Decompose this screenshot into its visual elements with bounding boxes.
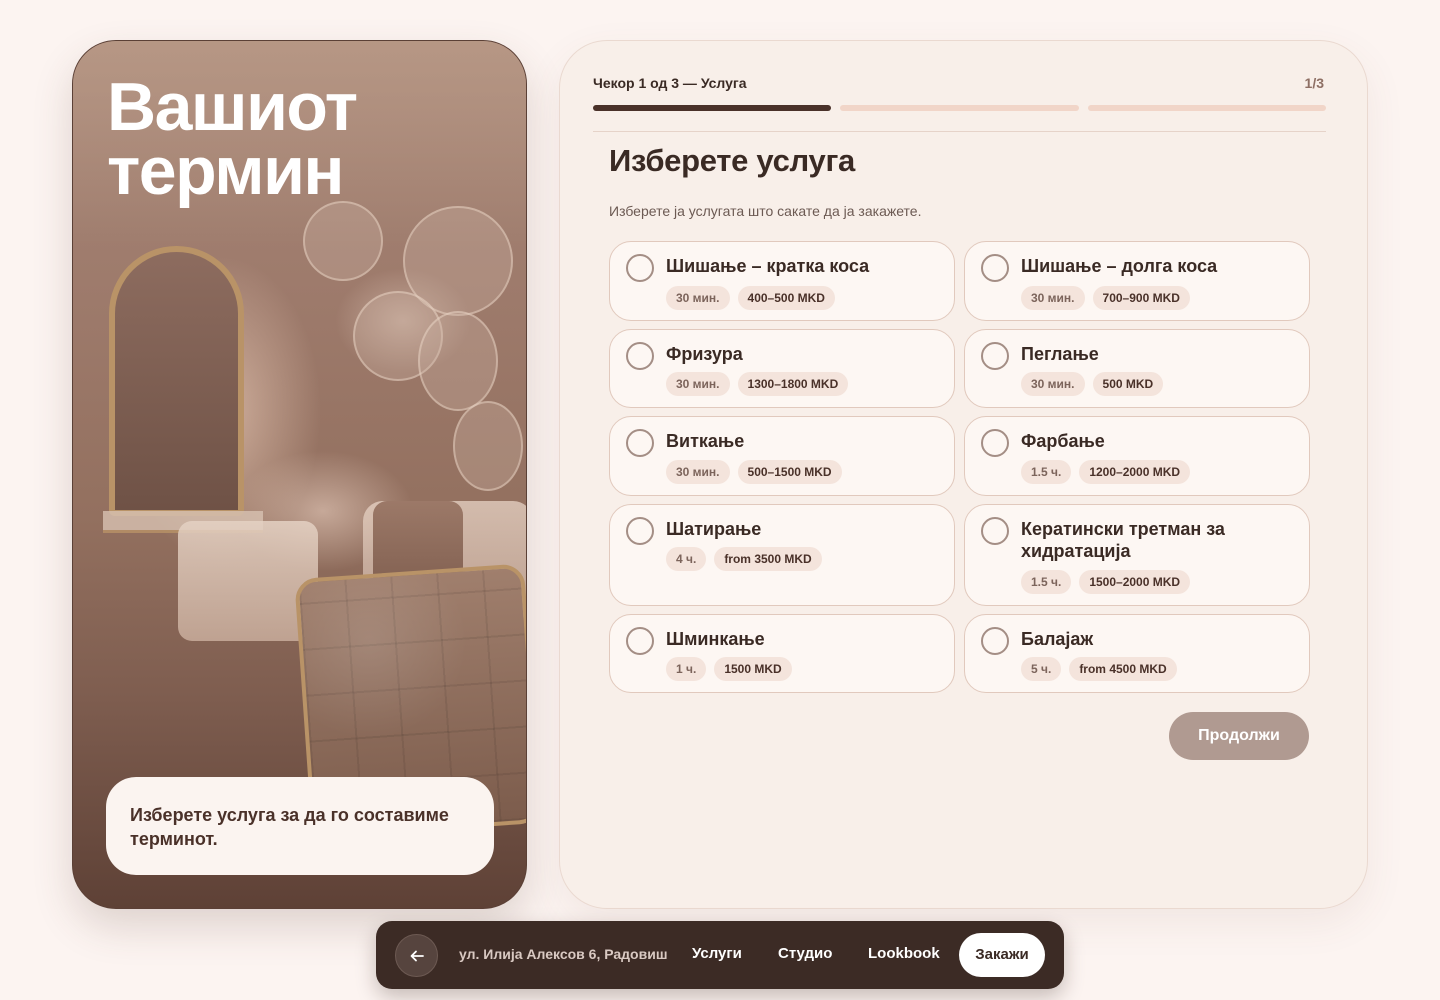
nav-link-studio[interactable]: Студио [778,945,832,962]
duration-badge: 4 ч. [666,547,707,571]
service-option[interactable]: Шатирање 4 ч. from 3500 MKD [609,504,955,606]
hero-photo-mirror [109,246,244,516]
radio-icon[interactable] [981,627,1009,655]
step-label: Чекор 1 од 3 — Услуга [593,75,747,91]
radio-icon[interactable] [626,429,654,457]
progress-segment [593,105,832,111]
price-badge: 1500–2000 MKD [1079,570,1191,594]
service-option[interactable]: Шминкање 1 ч. 1500 MKD [609,614,955,693]
price-badge: 1200–2000 MKD [1079,460,1191,484]
book-button[interactable]: Закажи [959,933,1045,977]
hero-card: Вашиот термин Изберете услуга за да го с… [72,40,527,909]
radio-icon[interactable] [626,517,654,545]
progress-segment [840,105,1079,111]
service-option[interactable]: Виткање 30 мин. 500–1500 MKD [609,416,955,496]
hero-note: Изберете услуга за да го составиме терми… [106,777,494,875]
hero-title-line: Вашиот [107,69,358,145]
service-option[interactable]: Шишање – кратка коса 30 мин. 400–500 MKD [609,241,955,321]
price-badge: 400–500 MKD [737,286,835,310]
duration-badge: 30 мин. [666,460,730,484]
duration-badge: 1.5 ч. [1021,460,1072,484]
service-meta: 1.5 ч. 1200–2000 MKD [1021,460,1191,484]
duration-badge: 30 мин. [1021,286,1085,310]
price-badge: 700–900 MKD [1092,286,1190,310]
service-option[interactable]: Фарбање 1.5 ч. 1200–2000 MKD [964,416,1310,496]
page-title: Изберете услуга [609,143,855,178]
service-name: Кератински третман за хидратација [1021,519,1225,561]
service-option[interactable]: Кератински третман за хидратација 1.5 ч.… [964,504,1310,606]
radio-icon[interactable] [981,429,1009,457]
service-name: Фарбање [1021,431,1105,451]
service-name: Шатирање [666,519,762,539]
service-meta: 30 мин. 700–900 MKD [1021,286,1190,310]
duration-badge: 5 ч. [1021,657,1062,681]
service-name: Пеглање [1021,344,1099,364]
service-option[interactable]: Пеглање 30 мин. 500 MKD [964,329,1310,408]
service-meta: 30 мин. 500–1500 MKD [666,460,842,484]
service-name: Шминкање [666,629,765,649]
hero-photo-decor [418,311,498,411]
duration-badge: 1 ч. [666,657,707,681]
radio-icon[interactable] [981,517,1009,545]
address-text: ул. Илија Алексов 6, Радовиш [459,946,668,962]
nav-link-lookbook[interactable]: Lookbook [868,945,940,962]
price-badge: 1500 MKD [714,657,792,681]
duration-badge: 30 мин. [1021,372,1085,396]
service-name: Балајаж [1021,629,1094,649]
radio-icon[interactable] [626,342,654,370]
hero-title: Вашиот термин [107,69,358,209]
bottom-nav: ул. Илија Алексов 6, Радовиш Услуги Студ… [376,921,1064,989]
service-name: Шишање – кратка коса [666,256,870,276]
step-count: 1/3 [1304,75,1324,91]
duration-badge: 30 мин. [666,372,730,396]
price-badge: 500–1500 MKD [737,460,842,484]
booking-panel: Чекор 1 од 3 — Услуга 1/3 Изберете услуг… [559,40,1368,909]
service-meta: 30 мин. 400–500 MKD [666,286,835,310]
price-badge: from 3500 MKD [714,547,822,571]
hero-photo-decor [303,201,383,281]
duration-badge: 30 мин. [666,286,730,310]
hero-title-line: термин [107,133,344,209]
nav-link-services[interactable]: Услуги [692,945,742,962]
progress-segment [1087,105,1326,111]
step-progress [593,105,1326,111]
radio-icon[interactable] [626,627,654,655]
service-option[interactable]: Шишање – долга коса 30 мин. 700–900 MKD [964,241,1310,321]
service-option[interactable]: Балајаж 5 ч. from 4500 MKD [964,614,1310,693]
radio-icon[interactable] [981,342,1009,370]
radio-icon[interactable] [981,254,1009,282]
service-meta: 5 ч. from 4500 MKD [1021,657,1177,681]
hero-photo-decor [453,401,523,491]
divider [593,131,1326,132]
service-name: Фризура [666,344,743,364]
service-meta: 30 мин. 500 MKD [1021,372,1164,396]
price-badge: 500 MKD [1092,372,1164,396]
price-badge: 1300–1800 MKD [737,372,849,396]
service-name: Шишање – долга коса [1021,256,1218,276]
step-header: Чекор 1 од 3 — Услуга 1/3 [593,75,1324,91]
duration-badge: 1.5 ч. [1021,570,1072,594]
back-button[interactable] [395,934,438,977]
radio-icon[interactable] [626,254,654,282]
service-meta: 1 ч. 1500 MKD [666,657,792,681]
service-meta: 1.5 ч. 1500–2000 MKD [1021,570,1191,594]
arrow-left-icon [410,950,424,962]
service-option[interactable]: Фризура 30 мин. 1300–1800 MKD [609,329,955,408]
continue-button[interactable]: Продолжи [1169,712,1309,760]
price-badge: from 4500 MKD [1069,657,1177,681]
service-meta: 30 мин. 1300–1800 MKD [666,372,849,396]
page-subtitle: Изберете ја услугата што сакате да ја за… [609,203,922,219]
service-name: Виткање [666,431,745,451]
service-meta: 4 ч. from 3500 MKD [666,547,822,571]
